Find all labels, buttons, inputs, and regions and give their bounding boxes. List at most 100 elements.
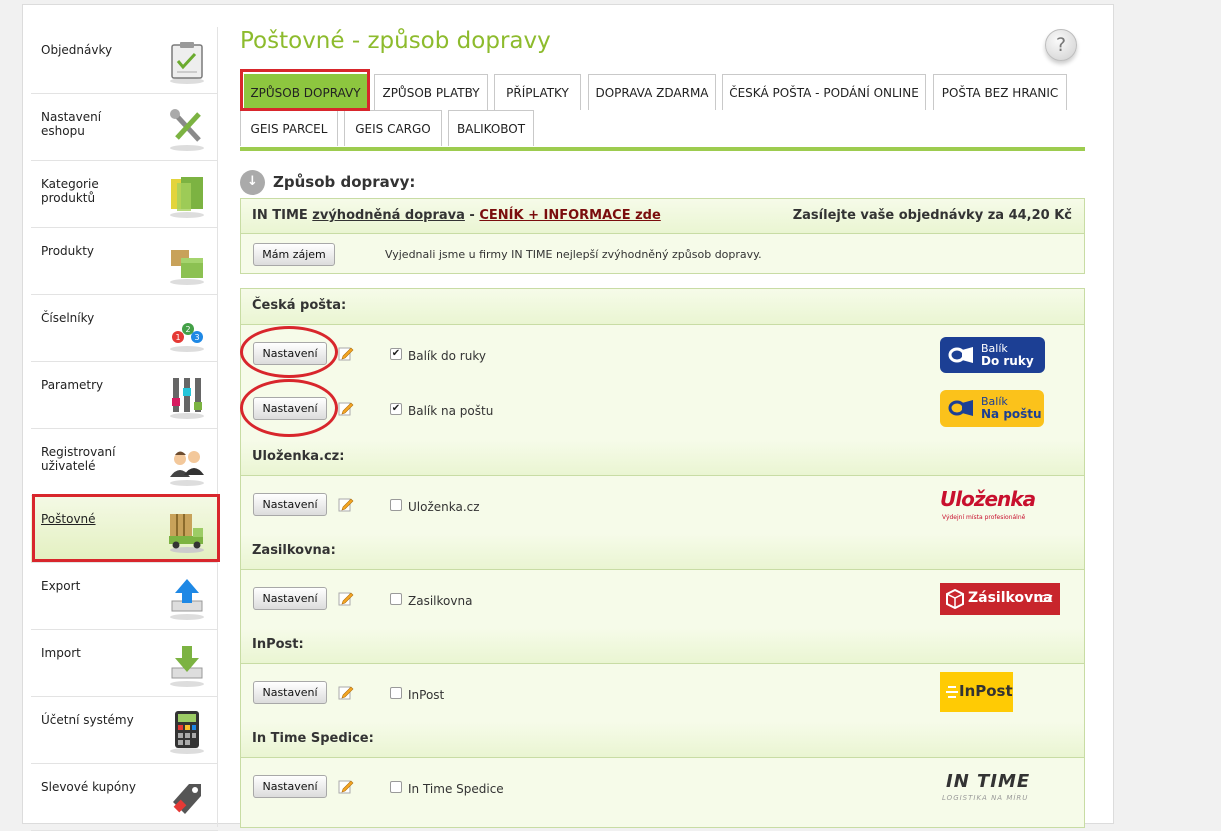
edit-icon[interactable] bbox=[338, 684, 354, 700]
checkbox-intime[interactable] bbox=[390, 781, 402, 793]
intime-promo-header: IN TIME zvýhodněná doprava - CENÍK + INF… bbox=[241, 199, 1084, 234]
intime-promo-box: IN TIME zvýhodněná doprava - CENÍK + INF… bbox=[240, 198, 1085, 274]
tab-geis-parcel[interactable]: GEIS PARCEL bbox=[240, 110, 338, 146]
settings-button-balik-do-ruky[interactable]: Nastavení bbox=[253, 342, 327, 365]
promo-cta-link[interactable]: CENÍK + INFORMACE zde bbox=[479, 208, 660, 223]
edit-icon[interactable] bbox=[338, 778, 354, 794]
checkbox-ulozenka[interactable] bbox=[390, 499, 402, 511]
tab-payment-method[interactable]: ZPŮSOB PLATBY bbox=[374, 74, 488, 110]
tag-icon bbox=[173, 784, 201, 814]
sidebar-item-label: Import bbox=[41, 646, 81, 660]
logo-line1: Uloženka bbox=[940, 487, 1036, 511]
settings-button-zasilkovna[interactable]: Nastavení bbox=[253, 587, 327, 610]
promo-link[interactable]: zvýhodněná doprava bbox=[312, 208, 465, 223]
settings-button-ulozenka[interactable]: Nastavení bbox=[253, 493, 327, 516]
sidebar-item-orders[interactable]: Objednávky bbox=[31, 27, 218, 94]
logo-intime: IN TIME LOGISTIKA NA MÍRU bbox=[940, 771, 1065, 811]
settings-button-intime[interactable]: Nastavení bbox=[253, 775, 327, 798]
help-icon[interactable]: ? bbox=[1045, 29, 1077, 61]
clipboard-icon bbox=[170, 42, 204, 84]
download-icon bbox=[170, 646, 204, 687]
tab-ceska-posta-online[interactable]: ČESKÁ POŠTA - PODÁNÍ ONLINE bbox=[722, 74, 926, 110]
svg-text:3: 3 bbox=[194, 333, 199, 342]
posthorn-icon bbox=[948, 400, 973, 416]
numbers-icon: 123 bbox=[170, 323, 204, 352]
checkbox-balik-do-ruky[interactable]: ✔ bbox=[390, 348, 402, 360]
edit-icon[interactable] bbox=[338, 345, 354, 361]
label-intime: In Time Spedice bbox=[408, 782, 504, 796]
carrier-header-inpost: InPost: bbox=[241, 628, 1084, 664]
sidebar: Objednávky Nastavení eshopu Kategorie pr… bbox=[31, 27, 218, 831]
sidebar-item-accounting[interactable]: Účetní systémy bbox=[31, 697, 218, 764]
logo-ulozenka: Uloženka Výdejní místa profesionálně bbox=[940, 487, 1040, 525]
logo-balik-do-ruky: Balík Do ruky bbox=[940, 337, 1045, 373]
promo-description: Vyjednali jsme u firmy IN TIME nejlepší … bbox=[385, 248, 762, 261]
posthorn-icon bbox=[948, 347, 973, 363]
tab-shipping-method[interactable]: ZPŮSOB DOPRAVY bbox=[244, 74, 367, 110]
calculator-icon bbox=[170, 711, 204, 754]
page-title: Poštovné - způsob dopravy bbox=[240, 28, 551, 54]
logo-line1: IN TIME bbox=[946, 771, 1031, 792]
label-balik-na-postu: Balík na poštu bbox=[408, 404, 494, 418]
truck-icon bbox=[169, 514, 204, 553]
folder-icon bbox=[170, 177, 204, 218]
tab-underline bbox=[240, 147, 1085, 151]
section-title: ↓ Způsob dopravy: bbox=[240, 169, 415, 195]
tab-free-shipping[interactable]: DOPRAVA ZDARMA bbox=[588, 74, 716, 110]
sidebar-item-categories[interactable]: Kategorie produktů bbox=[31, 161, 218, 228]
carrier-header-ulozenka: Uloženka.cz: bbox=[241, 440, 1084, 476]
ulozenka-row: Nastavení Uloženka.cz Uloženka Výdejní m… bbox=[241, 477, 1084, 534]
label-zasilkovna: Zasilkovna bbox=[408, 594, 473, 608]
intime-row: Nastavení In Time Spedice IN TIME LOGIST… bbox=[241, 759, 1084, 827]
edit-icon[interactable] bbox=[338, 590, 354, 606]
tab-geis-cargo[interactable]: GEIS CARGO bbox=[344, 110, 442, 146]
sidebar-item-label: Účetní systémy bbox=[41, 713, 134, 727]
sliders-icon bbox=[170, 378, 204, 419]
sidebar-item-coupons[interactable]: Slevové kupóny bbox=[31, 764, 218, 831]
carriers-box: Česká pošta: Nastavení ✔ Balík do ruky B… bbox=[240, 288, 1085, 828]
sidebar-item-label: Export bbox=[41, 579, 81, 593]
sidebar-item-label: Produkty bbox=[41, 244, 95, 258]
sidebar-item-lists[interactable]: Číselníky 123 bbox=[31, 295, 218, 362]
sidebar-item-eshop-settings[interactable]: Nastavení eshopu bbox=[31, 94, 218, 161]
promo-separator: - bbox=[464, 208, 480, 223]
users-icon bbox=[170, 451, 204, 486]
label-ulozenka: Uloženka.cz bbox=[408, 500, 480, 514]
promo-brand: IN TIME bbox=[252, 208, 308, 223]
carrier-header-ceska-posta: Česká pošta: bbox=[241, 289, 1084, 325]
sidebar-item-shipping[interactable]: Poštovné bbox=[31, 496, 218, 563]
logo-line2: .cz bbox=[1036, 591, 1053, 605]
settings-button-balik-na-postu[interactable]: Nastavení bbox=[253, 397, 327, 420]
tab-balikobot[interactable]: BALIKOBOT bbox=[448, 110, 534, 146]
sidebar-item-label: Slevové kupóny bbox=[41, 780, 136, 794]
interest-button[interactable]: Mám zájem bbox=[253, 243, 335, 266]
checkbox-inpost[interactable] bbox=[390, 687, 402, 699]
sidebar-item-label: Poštovné bbox=[41, 512, 96, 526]
label-balik-do-ruky: Balík do ruky bbox=[408, 349, 486, 363]
sidebar-item-products[interactable]: Produkty bbox=[31, 228, 218, 295]
checkbox-zasilkovna[interactable] bbox=[390, 593, 402, 605]
logo-line2: Na poštu bbox=[981, 407, 1042, 421]
edit-icon[interactable] bbox=[338, 400, 354, 416]
sidebar-item-parameters[interactable]: Parametry bbox=[31, 362, 218, 429]
carrier-header-intime: In Time Spedice: bbox=[241, 722, 1084, 758]
tab-posta-bez-hranic[interactable]: POŠTA BEZ HRANIC bbox=[933, 74, 1067, 110]
label-inpost: InPost bbox=[408, 688, 445, 702]
sidebar-item-import[interactable]: Import bbox=[31, 630, 218, 697]
edit-icon[interactable] bbox=[338, 496, 354, 512]
checkbox-balik-na-postu[interactable]: ✔ bbox=[390, 403, 402, 415]
logo-line2: Do ruky bbox=[981, 354, 1034, 368]
sidebar-item-label: Nastavení eshopu bbox=[41, 110, 102, 138]
logo-line2: LOGISTIKA NA MÍRU bbox=[942, 794, 1029, 802]
logo-zasilkovna: Zásilkovna .cz bbox=[940, 583, 1060, 615]
inpost-row: Nastavení InPost InPost bbox=[241, 665, 1084, 722]
sidebar-item-label: Parametry bbox=[41, 378, 104, 392]
settings-button-inpost[interactable]: Nastavení bbox=[253, 681, 327, 704]
package-icon bbox=[946, 589, 964, 609]
sidebar-item-users[interactable]: Registrovaní uživatelé bbox=[31, 429, 218, 496]
logo-line1: InPost bbox=[959, 682, 1013, 700]
tab-surcharges[interactable]: PŘÍPLATKY bbox=[494, 74, 581, 110]
sidebar-item-label: Objednávky bbox=[41, 43, 113, 57]
zasilkovna-row: Nastavení Zasilkovna Zásilkovna .cz bbox=[241, 571, 1084, 628]
sidebar-item-export[interactable]: Export bbox=[31, 563, 218, 630]
